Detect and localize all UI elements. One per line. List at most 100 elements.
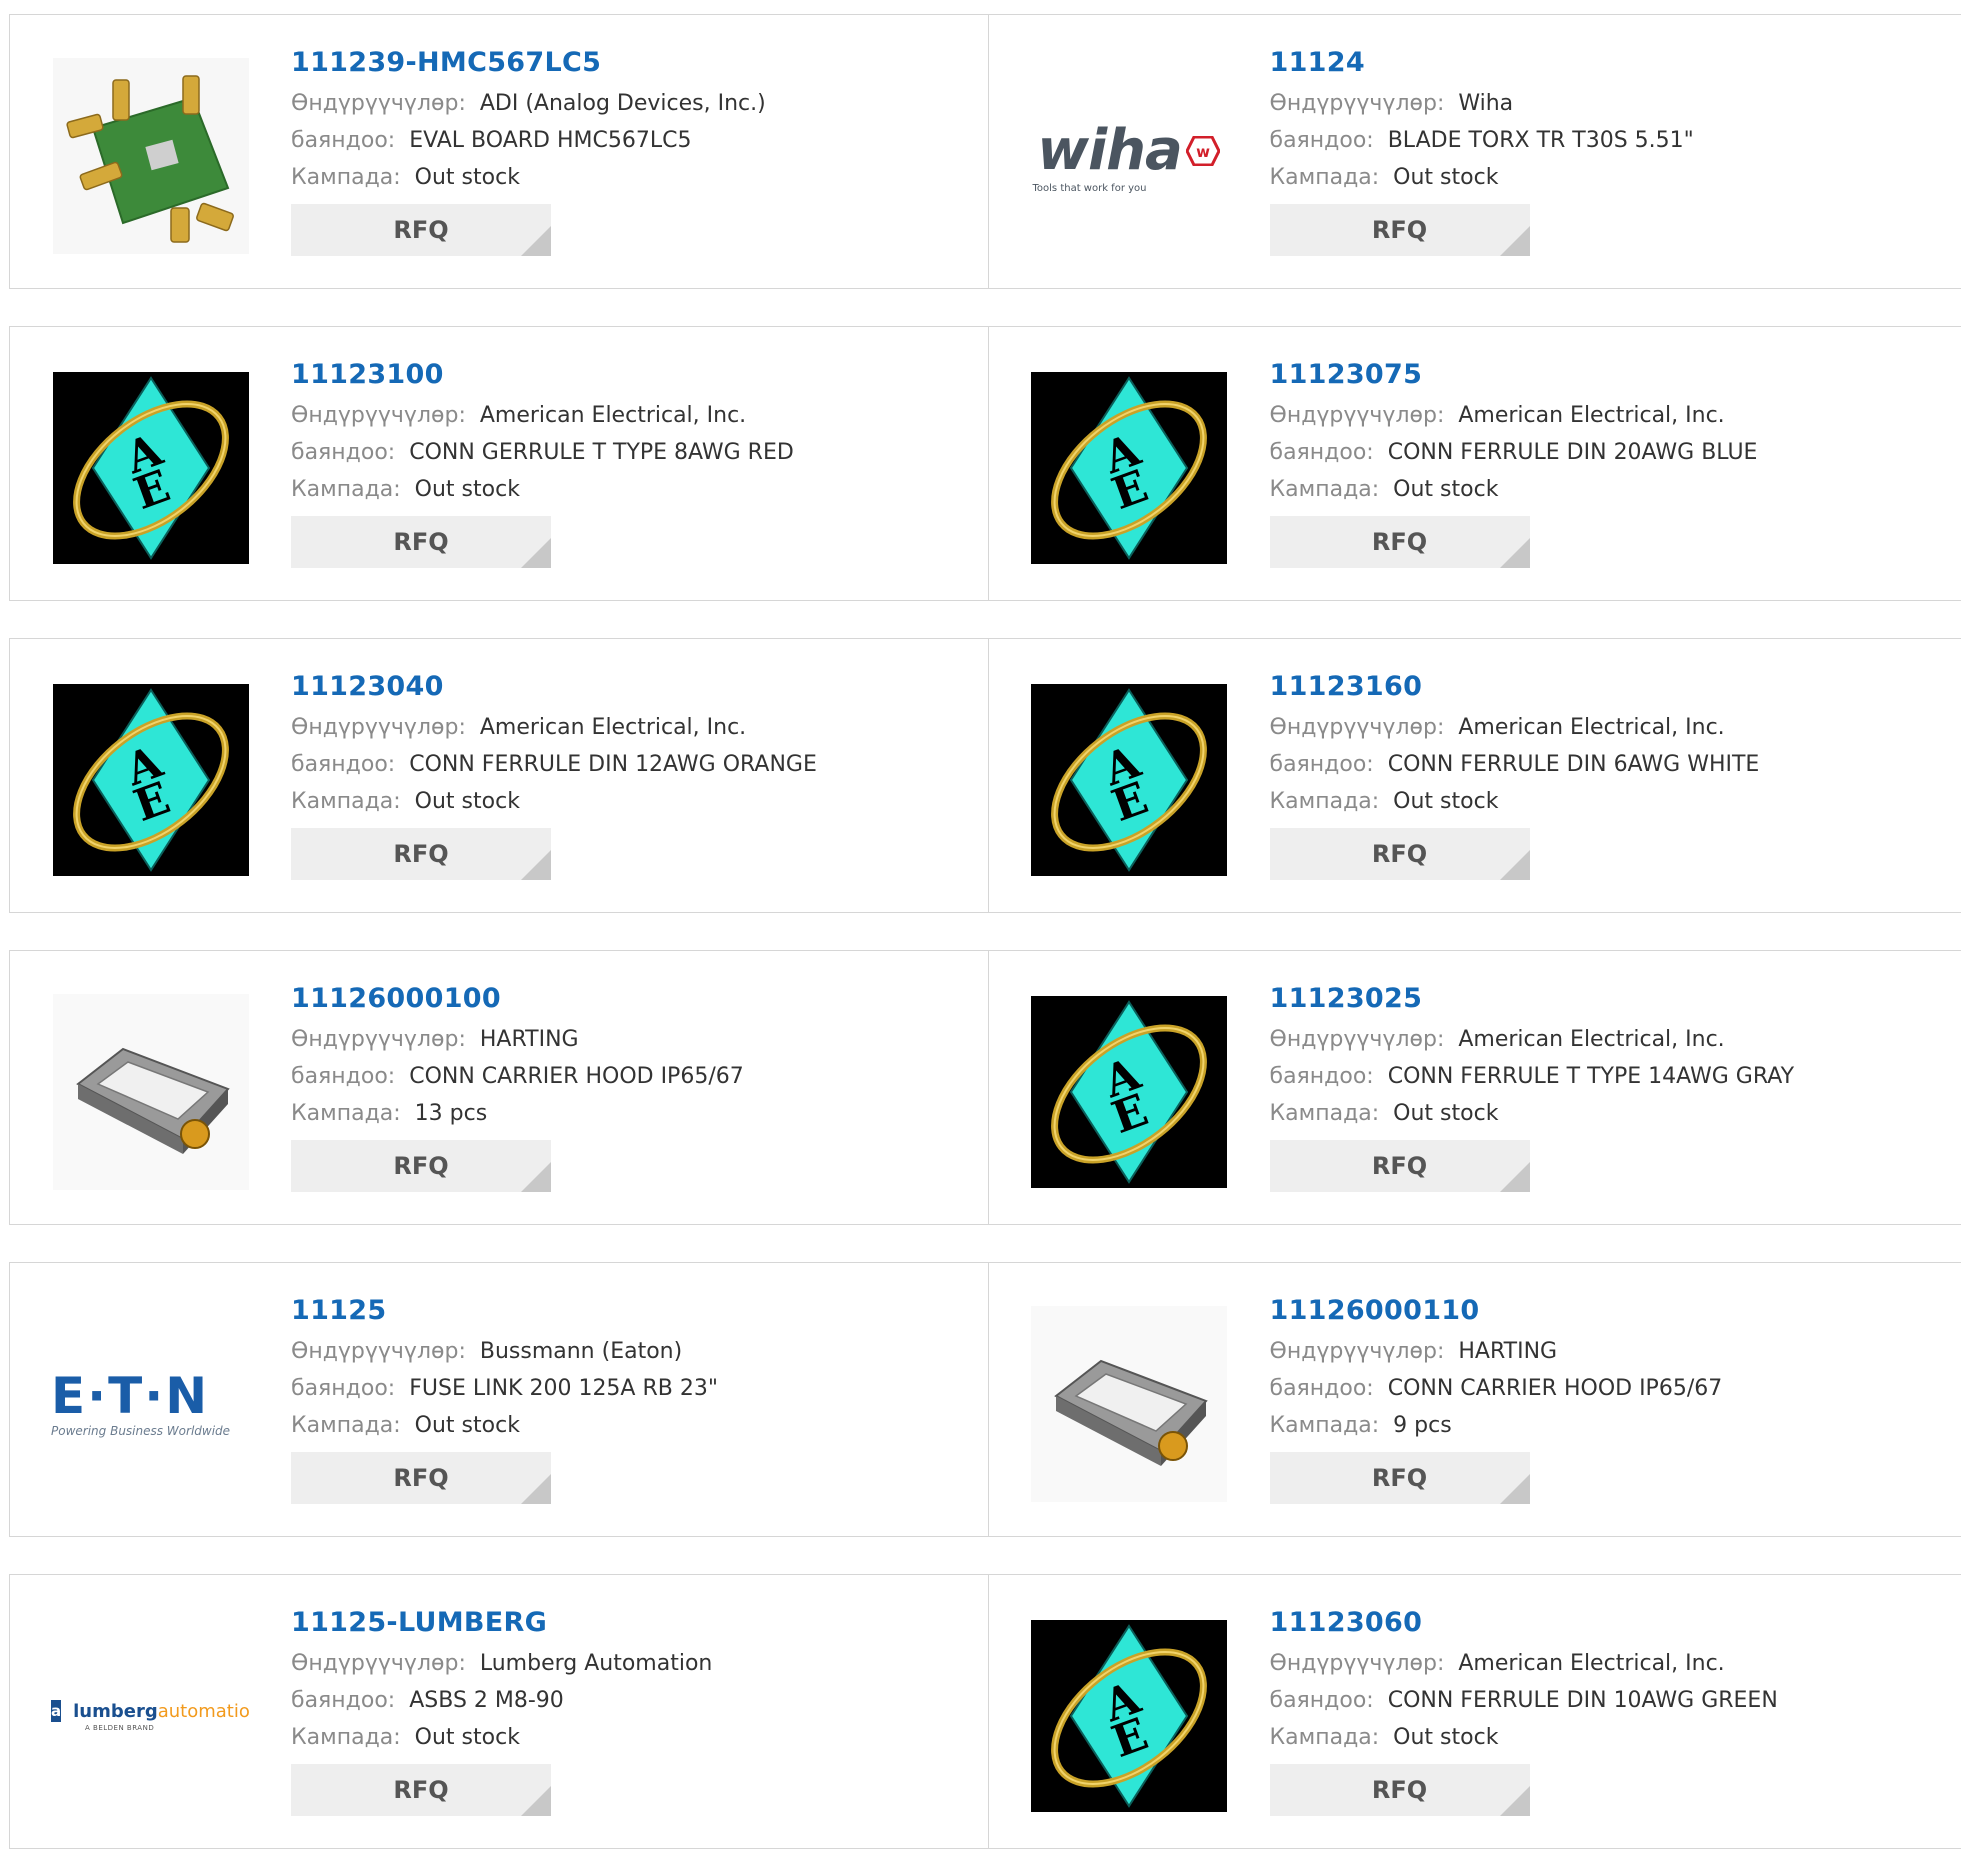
stock-value: Out stock: [415, 1413, 520, 1438]
product-thumbnail[interactable]: wiha w Tools that work for you: [1029, 56, 1229, 256]
part-number-link[interactable]: 11124: [1270, 45, 1952, 81]
rfq-label: RFQ: [393, 1776, 448, 1804]
stock-line: Кампада: Out stock: [1270, 1095, 1952, 1132]
description-value: CONN CARRIER HOOD IP65/67: [1388, 1376, 1723, 1401]
description-label: баяндоо:: [291, 1688, 395, 1713]
product-row: 11126000100 Өндүрүүчүлөр:HARTING баяндоо…: [9, 950, 1961, 1225]
description-line: баяндоо:CONN FERRULE DIN 6AWG WHITE: [1270, 746, 1952, 783]
manufacturer-value: Lumberg Automation: [480, 1651, 713, 1676]
rfq-button[interactable]: RFQ: [291, 516, 551, 568]
corner-decoration: [1500, 538, 1530, 568]
product-thumbnail[interactable]: a lumberg automation A BELDEN BRAND: [51, 1616, 251, 1816]
eval-board-image: [53, 58, 249, 254]
product-row: A E 11123040 Өндүрүүчүлөр:American Elect…: [9, 638, 1961, 913]
description-line: баяндоо: CONN CARRIER HOOD IP65/67: [291, 1058, 978, 1095]
description-value: CONN FERRULE DIN 6AWG WHITE: [1388, 752, 1760, 777]
rfq-label: RFQ: [1372, 840, 1427, 868]
stock-label: Кампада:: [291, 477, 401, 502]
stock-label: Кампада:: [1270, 1101, 1380, 1126]
part-number-link[interactable]: 11125-LUMBERG: [291, 1605, 978, 1641]
manufacturer-value: American Electrical, Inc.: [1458, 403, 1724, 428]
description-line: баяндоо: CONN FERRULE DIN 20AWG BLUE: [1270, 434, 1952, 471]
product-thumbnail[interactable]: A E: [1029, 368, 1229, 568]
part-number-link[interactable]: 11126000110: [1270, 1293, 1952, 1329]
part-number-link[interactable]: 11123040: [291, 669, 978, 705]
product-info: 11124 Өндүрүүчүлөр:Wiha баяндоо:BLADE TO…: [1270, 45, 1952, 256]
product-thumbnail[interactable]: A E: [1029, 680, 1229, 880]
product-thumbnail[interactable]: [1029, 1304, 1229, 1504]
rfq-button[interactable]: RFQ: [291, 1452, 551, 1504]
description-line: баяндоо:CONN FERRULE DIN 12AWG ORANGE: [291, 746, 978, 783]
product-thumbnail[interactable]: E·T·N Powering Business Worldwide: [51, 1304, 251, 1504]
rfq-button[interactable]: RFQ: [1270, 516, 1530, 568]
description-label: баяндоо:: [291, 1064, 395, 1089]
description-value: CONN FERRULE DIN 20AWG BLUE: [1388, 440, 1758, 465]
rfq-label: RFQ: [1372, 1152, 1427, 1180]
corner-decoration: [521, 538, 551, 568]
rfq-button[interactable]: RFQ: [1270, 204, 1530, 256]
product-card: 11126000100 Өндүрүүчүлөр:HARTING баяндоо…: [10, 951, 988, 1224]
product-card: A E 11123025 Өндүрүүчүлөр:American Elect…: [988, 951, 1961, 1224]
rfq-button[interactable]: RFQ: [291, 1140, 551, 1192]
rfq-button[interactable]: RFQ: [1270, 1452, 1530, 1504]
corner-decoration: [1500, 850, 1530, 880]
part-number-link[interactable]: 11123100: [291, 357, 978, 393]
carrier-hood-image: [1031, 1306, 1227, 1502]
rfq-label: RFQ: [393, 216, 448, 244]
manufacturer-line: Өндүрүүчүлөр:HARTING: [291, 1021, 978, 1058]
manufacturer-label: Өндүрүүчүлөр:: [291, 715, 466, 740]
stock-label: Кампада:: [1270, 1413, 1380, 1438]
product-info: 11123040 Өндүрүүчүлөр:American Electrica…: [291, 669, 978, 880]
stock-label: Кампада:: [291, 1413, 401, 1438]
rfq-button[interactable]: RFQ: [291, 204, 551, 256]
product-row: a lumberg automation A BELDEN BRAND 1112…: [9, 1574, 1961, 1849]
american-electrical-logo: A E: [1031, 684, 1227, 876]
rfq-button[interactable]: RFQ: [1270, 828, 1530, 880]
part-number-link[interactable]: 11123060: [1270, 1605, 1952, 1641]
manufacturer-value: American Electrical, Inc.: [1458, 1651, 1724, 1676]
product-thumbnail[interactable]: [51, 56, 251, 256]
manufacturer-line: Өндүрүүчүлөр:American Electrical, Inc.: [1270, 709, 1952, 746]
stock-value: Out stock: [415, 165, 520, 190]
product-info: 11125 Өндүрүүчүлөр:Bussmann (Eaton) баян…: [291, 1293, 978, 1504]
rfq-label: RFQ: [1372, 1776, 1427, 1804]
description-value: CONN CARRIER HOOD IP65/67: [409, 1064, 744, 1089]
stock-line: Кампада:Out stock: [1270, 159, 1952, 196]
manufacturer-label: Өндүрүүчүлөр:: [1270, 715, 1445, 740]
product-card: A E 11123075 Өндүрүүчүлөр:American Elect…: [988, 327, 1961, 600]
part-number-link[interactable]: 11125: [291, 1293, 978, 1329]
rfq-button[interactable]: RFQ: [291, 828, 551, 880]
description-label: баяндоо:: [1270, 440, 1374, 465]
part-number-link[interactable]: 11123075: [1270, 357, 1952, 393]
product-card: 111239-HMC567LC5 Өндүрүүчүлөр:ADI (Analo…: [10, 15, 988, 288]
stock-value: Out stock: [1393, 1101, 1498, 1126]
part-number-link[interactable]: 111239-HMC567LC5: [291, 45, 978, 81]
corner-decoration: [521, 1162, 551, 1192]
product-thumbnail[interactable]: A E: [1029, 1616, 1229, 1816]
part-number-link[interactable]: 11126000100: [291, 981, 978, 1017]
product-thumbnail[interactable]: A E: [51, 680, 251, 880]
product-info: 11125-LUMBERG Өндүрүүчүлөр:Lumberg Autom…: [291, 1605, 978, 1816]
stock-line: Кампада:Out stock: [1270, 1719, 1952, 1756]
description-value: BLADE TORX TR T30S 5.51": [1388, 128, 1694, 153]
stock-line: Кампада:Out stock: [1270, 471, 1952, 508]
product-thumbnail[interactable]: A E: [51, 368, 251, 568]
stock-value: 13 pcs: [415, 1101, 488, 1126]
rfq-button[interactable]: RFQ: [1270, 1140, 1530, 1192]
description-label: баяндоо:: [291, 440, 395, 465]
rfq-label: RFQ: [1372, 528, 1427, 556]
description-line: баяндоо:CONN FERRULE DIN 10AWG GREEN: [1270, 1682, 1952, 1719]
description-line: баяндоо:BLADE TORX TR T30S 5.51": [1270, 122, 1952, 159]
product-thumbnail[interactable]: [51, 992, 251, 1192]
manufacturer-label: Өндүрүүчүлөр:: [1270, 91, 1445, 116]
manufacturer-line: Өндүрүүчүлөр:American Electrical, Inc.: [291, 397, 978, 434]
manufacturer-line: Өндүрүүчүлөр:ADI (Analog Devices, Inc.): [291, 85, 978, 122]
rfq-button[interactable]: RFQ: [1270, 1764, 1530, 1816]
part-number-link[interactable]: 11123160: [1270, 669, 1952, 705]
product-info: 111239-HMC567LC5 Өндүрүүчүлөр:ADI (Analo…: [291, 45, 978, 256]
product-info: 11123060 Өндүрүүчүлөр:American Electrica…: [1270, 1605, 1952, 1816]
rfq-button[interactable]: RFQ: [291, 1764, 551, 1816]
stock-label: Кампада:: [291, 165, 401, 190]
part-number-link[interactable]: 11123025: [1270, 981, 1952, 1017]
product-thumbnail[interactable]: A E: [1029, 992, 1229, 1192]
